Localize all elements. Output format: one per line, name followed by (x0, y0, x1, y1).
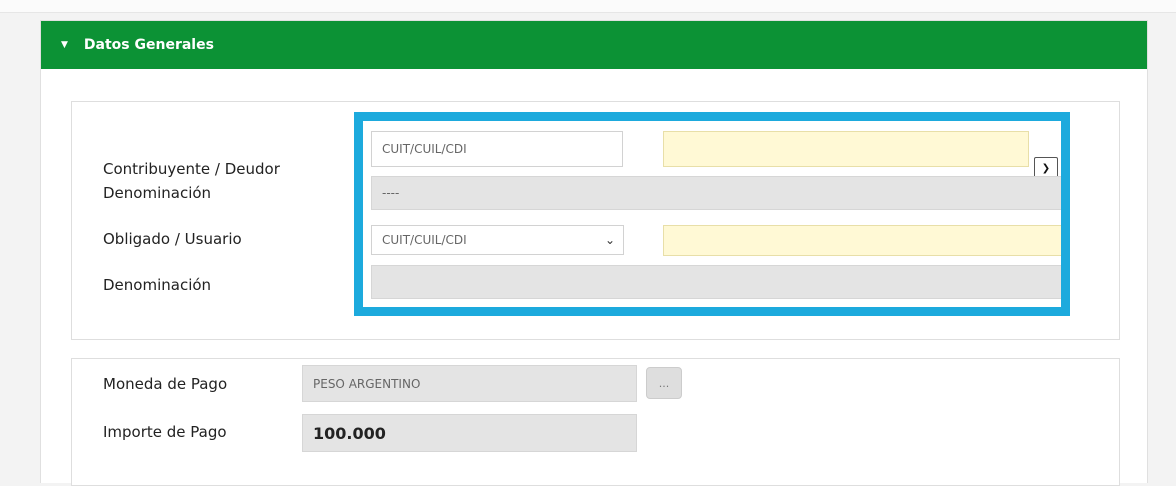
page-top-bar (0, 0, 1176, 13)
section-title: Datos Generales (83, 37, 214, 53)
datos-generales-header[interactable]: ▼ Datos Generales (41, 21, 1147, 69)
contribuyente-label: Contribuyente / Deudor (103, 160, 280, 178)
moneda-select-button[interactable]: ... (646, 367, 682, 399)
importe-value: 100.000 (313, 423, 386, 443)
importe-field[interactable]: 100.000 (302, 414, 637, 452)
moneda-label: Moneda de Pago (103, 375, 228, 393)
denominacion-label-2: Denominación (103, 276, 212, 294)
moneda-field: PESO ARGENTINO (302, 365, 637, 402)
importe-label: Importe de Pago (103, 423, 227, 441)
caret-down-icon: ▼ (61, 40, 68, 50)
denominacion-label-1: Denominación (103, 184, 212, 202)
highlight-frame (354, 112, 1070, 316)
obligado-label: Obligado / Usuario (103, 230, 242, 248)
